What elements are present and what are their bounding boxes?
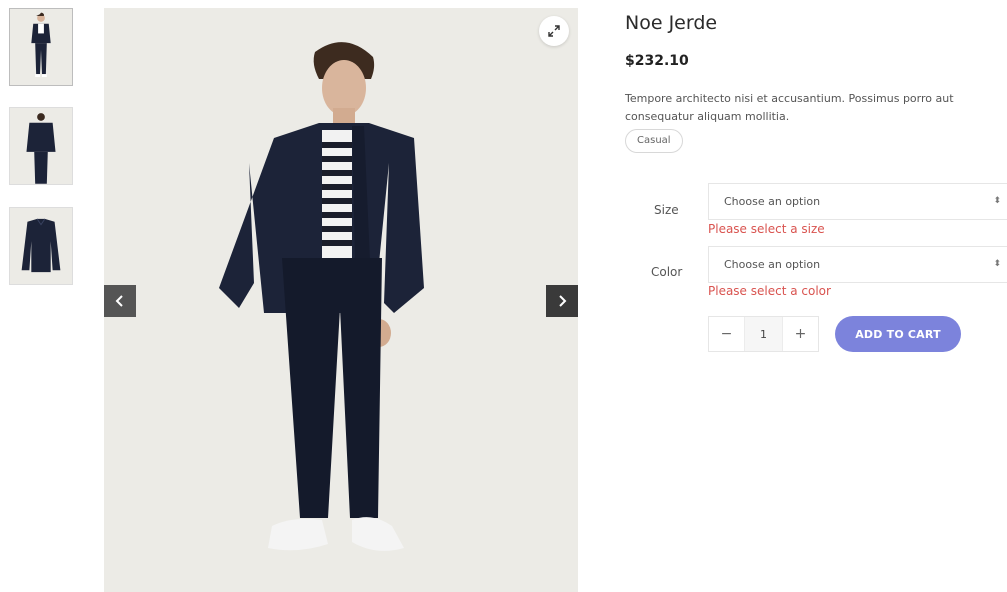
thumbnail-model-front[interactable] [9, 8, 73, 86]
quantity-stepper: − 1 + [708, 316, 819, 352]
size-error: Please select a size [708, 222, 825, 236]
previous-image-button[interactable] [104, 285, 136, 317]
size-select-value: Choose an option [724, 195, 821, 208]
thumbnail-jacket-flat[interactable] [9, 207, 73, 285]
size-select[interactable]: Choose an option ⬍ [708, 183, 1007, 220]
select-arrows-icon: ⬍ [993, 259, 1001, 269]
model-photo [104, 8, 578, 592]
color-label: Color [651, 265, 683, 279]
next-image-button[interactable] [546, 285, 578, 317]
product-price: $232.10 [625, 53, 689, 69]
zoom-button[interactable] [539, 16, 569, 46]
chevron-right-icon [559, 295, 567, 307]
product-tag[interactable]: Casual [625, 129, 683, 153]
model-back-image [10, 108, 72, 184]
select-arrows-icon: ⬍ [993, 196, 1001, 206]
color-select-value: Choose an option [724, 258, 821, 271]
quantity-increase-button[interactable]: + [783, 317, 818, 351]
main-product-image [104, 8, 578, 592]
add-to-cart-button[interactable]: ADD TO CART [835, 316, 961, 352]
expand-icon [548, 25, 560, 37]
color-select[interactable]: Choose an option ⬍ [708, 246, 1007, 283]
product-description: Tempore architecto nisi et accusantium. … [625, 92, 954, 123]
product-title: Noe Jerde [625, 12, 718, 34]
quantity-input[interactable]: 1 [744, 317, 783, 351]
thumbnail-model-back[interactable] [9, 107, 73, 185]
jacket-flat-image [10, 208, 72, 284]
quantity-decrease-button[interactable]: − [709, 317, 744, 351]
model-front-image [10, 9, 72, 85]
size-label: Size [654, 203, 679, 217]
color-error: Please select a color [708, 284, 831, 298]
chevron-left-icon [115, 295, 123, 307]
